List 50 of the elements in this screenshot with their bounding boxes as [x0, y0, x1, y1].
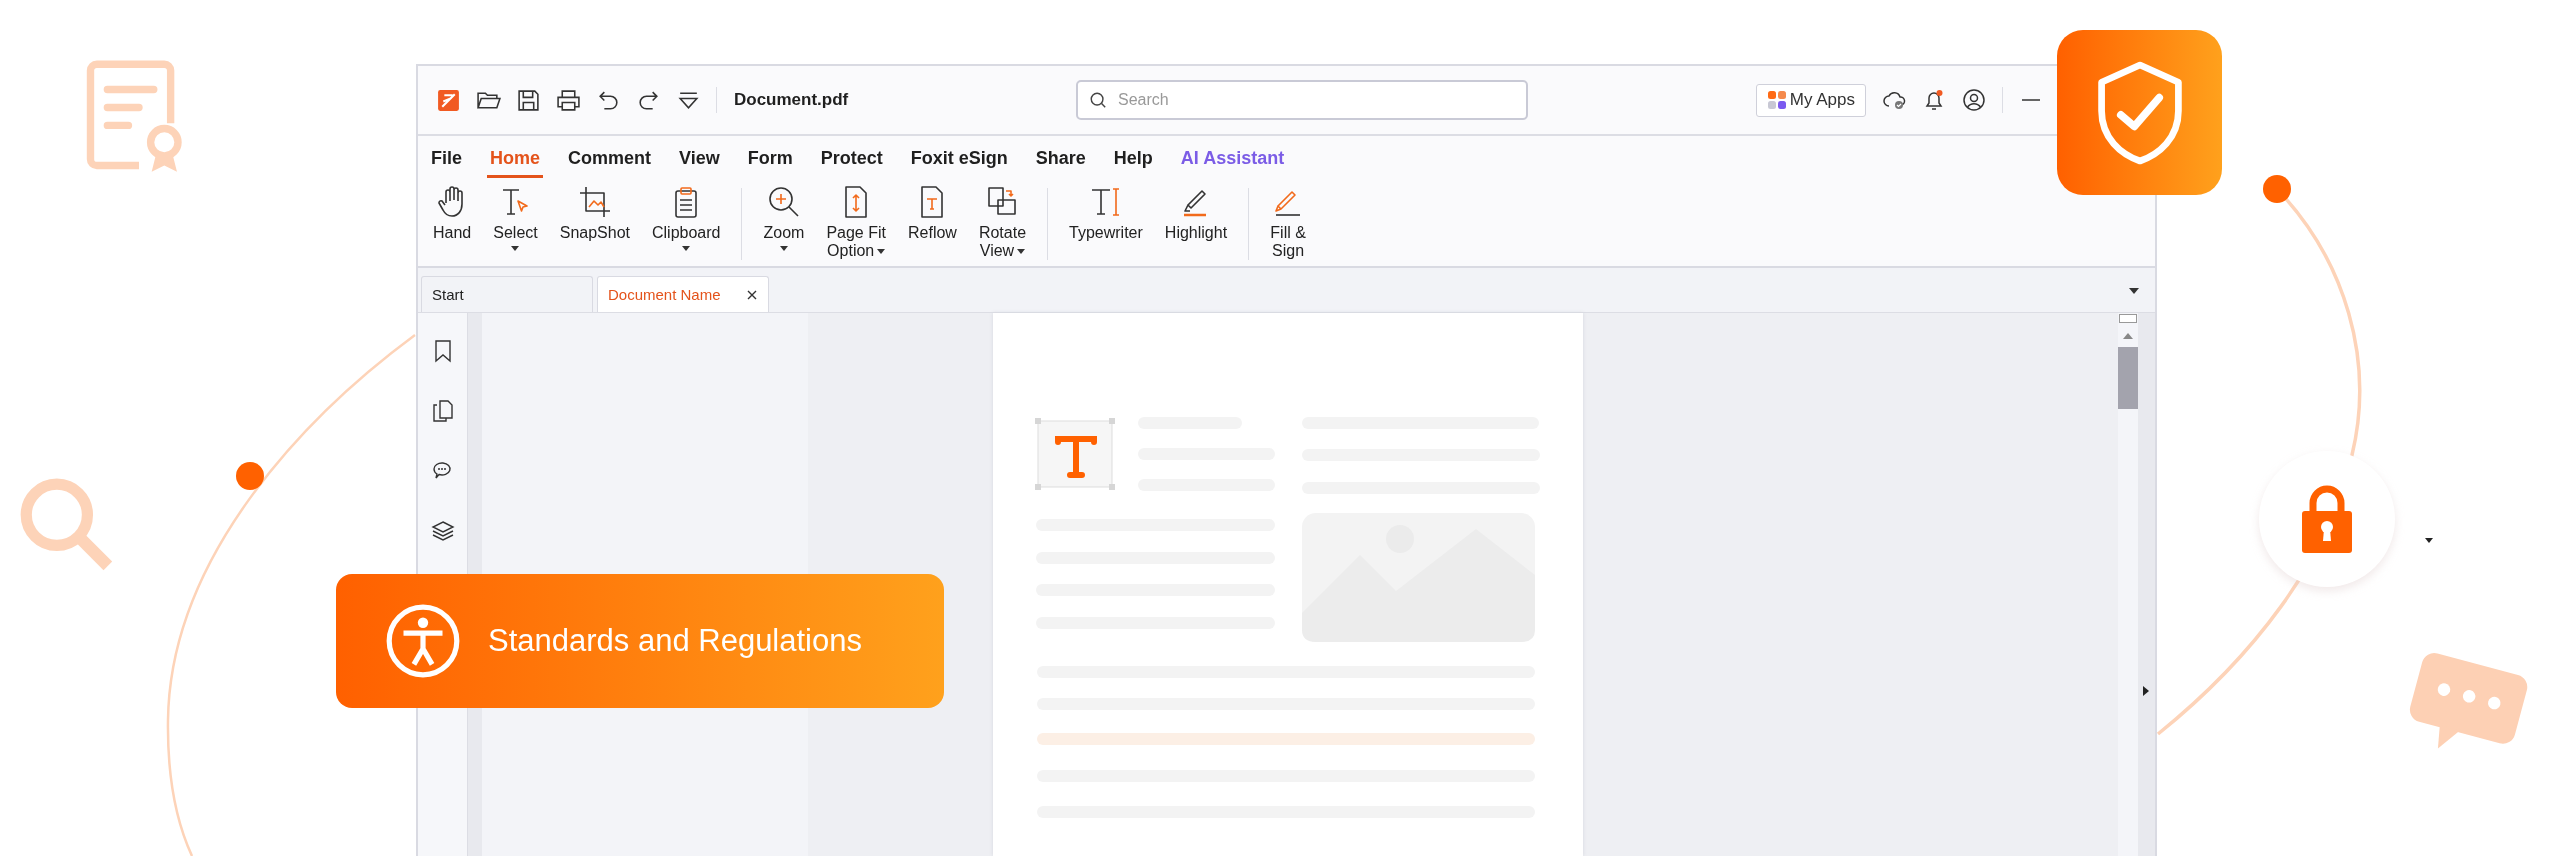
ribbon-tool-button[interactable]: Reflow: [897, 184, 968, 242]
menu-tab[interactable]: View: [676, 148, 723, 178]
node-dot: [2263, 175, 2291, 203]
badge-label: Standards and Regulations: [488, 623, 862, 659]
ribbon-tool-button[interactable]: SnapShot: [548, 184, 641, 242]
user-icon[interactable]: [1962, 88, 1986, 112]
apps-icon: [1766, 90, 1787, 110]
menu-tab[interactable]: Home: [487, 148, 544, 178]
caret-icon[interactable]: [2129, 288, 2139, 294]
search-icon: [1089, 91, 1107, 109]
ribbon-tool-button[interactable]: Fill & Sign: [1259, 184, 1318, 260]
print-icon[interactable]: [556, 87, 581, 113]
menu-tab[interactable]: Comment: [565, 148, 655, 178]
tab-label: Start: [432, 286, 464, 303]
menu-tab[interactable]: Foxit eSign: [907, 148, 1011, 178]
scroll-up-icon[interactable]: [2123, 333, 2133, 339]
menu-tab[interactable]: AI Assistant: [1177, 148, 1288, 178]
ribbon-tool-button[interactable]: Clipboard: [641, 184, 732, 251]
menu-tab[interactable]: File: [428, 148, 465, 178]
text-box-icon: [1035, 418, 1115, 490]
my-apps-button[interactable]: My Apps: [1755, 83, 1866, 117]
ribbon-tool-button[interactable]: Zoom: [752, 184, 816, 251]
window-title: Document.pdf: [734, 90, 849, 110]
accessibility-icon: [384, 602, 462, 680]
pages-icon[interactable]: [430, 399, 455, 423]
scrollbar-thumb[interactable]: [2118, 347, 2138, 409]
caret-icon[interactable]: [2143, 686, 2149, 696]
ribbon-tool-button[interactable]: Rotate View: [967, 184, 1038, 260]
ribbon-tool-button[interactable]: Typewriter: [1058, 184, 1154, 242]
close-icon[interactable]: [746, 288, 758, 301]
menu-tab[interactable]: Protect: [817, 148, 886, 178]
menu-tab[interactable]: Share: [1032, 148, 1089, 178]
search-field[interactable]: Search: [1076, 80, 1528, 120]
ribbon-tool-button[interactable]: Select: [482, 184, 549, 251]
ribbon-tool-button[interactable]: Page Fit Option: [815, 184, 897, 260]
tab-label: Document Name: [608, 286, 721, 303]
menu-tab[interactable]: Help: [1110, 148, 1156, 178]
node-dot: [236, 462, 264, 490]
save-icon[interactable]: [516, 87, 541, 113]
scroll-top-button[interactable]: [2119, 314, 2137, 323]
ribbon-tool-button[interactable]: Highlight: [1153, 184, 1239, 242]
scrollbar[interactable]: [2118, 313, 2138, 856]
document-tab[interactable]: Start: [421, 276, 593, 312]
menu-tab[interactable]: Form: [744, 148, 796, 178]
lock-icon: [2302, 485, 2352, 553]
layers-icon[interactable]: [430, 519, 455, 543]
caret-icon: [2425, 538, 2433, 543]
app-logo-icon: [436, 87, 461, 113]
document-tab[interactable]: Document Name: [597, 276, 769, 312]
ribbon-tool-button[interactable]: Hand: [422, 184, 483, 242]
